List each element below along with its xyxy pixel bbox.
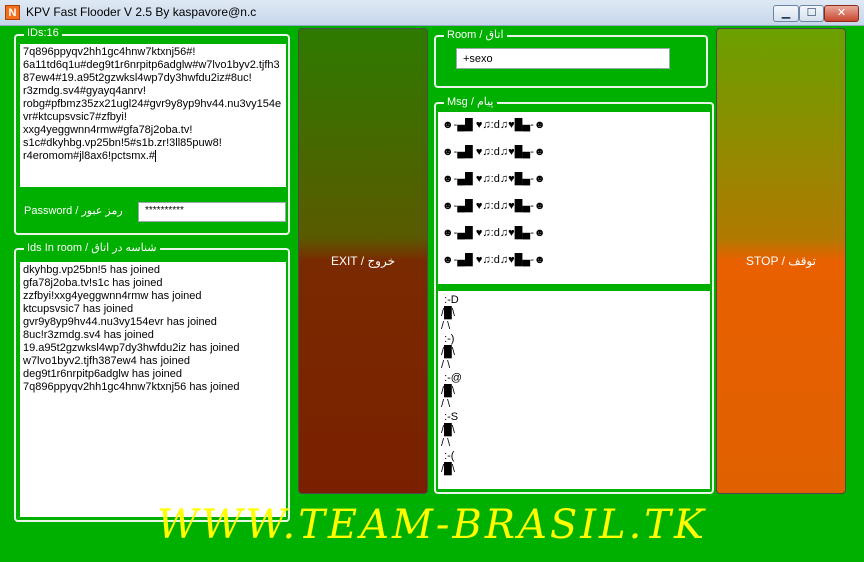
maximize-button[interactable]: ☐: [799, 5, 824, 22]
log-line: zzfbyi!xxg4yeggwnn4rmw has joined: [23, 290, 202, 302]
room-group-label: Room / اتاق: [444, 28, 507, 41]
exit-button[interactable]: EXIT / خروج: [298, 28, 428, 494]
ids-textarea[interactable]: 7q896ppyqv2hh1gc4hnw7ktxnj56#! 6a11td6q1…: [20, 44, 286, 187]
message-line: ☻-▄█ ♥♫:d♫♥█▄-☻: [442, 146, 546, 158]
message-line: ☻-▄█ ♥♫:d♫♥█▄-☻: [442, 173, 546, 185]
ids-group: IDs:16 7q896ppyqv2hh1gc4hnw7ktxnj56#! 6a…: [14, 27, 290, 235]
log-line: deg9t1r6nrpitp6adglw has joined: [23, 368, 183, 380]
log-line: gfa78j2oba.tv!s1c has joined: [23, 277, 163, 289]
message-line: ☻-▄█ ♥♫:d♫♥█▄-☻: [442, 254, 546, 266]
log-line: ktcupsvsic7 has joined: [23, 303, 134, 315]
ids-in-room-label: Ids In room / شناسه در اتاق: [24, 241, 160, 254]
minimize-button[interactable]: ▁: [773, 5, 799, 22]
message-line: ☻-▄█ ♥♫:d♫♥█▄-☻: [442, 119, 546, 131]
log-line: 8uc!r3zmdg.sv4 has joined: [23, 329, 154, 341]
message-line: ☻-▄█ ♥♫:d♫♥█▄-☻: [442, 227, 546, 239]
room-log[interactable]: dkyhbg.vp25bn!5 has joined gfa78j2oba.tv…: [20, 262, 286, 517]
ids-text: 7q896ppyqv2hh1gc4hnw7ktxnj56#! 6a11td6q1…: [23, 46, 282, 162]
stop-button-label: STOP / توقف: [746, 254, 816, 268]
app-icon: N: [5, 5, 20, 20]
stop-button[interactable]: STOP / توقف: [716, 28, 846, 494]
title-bar[interactable]: N KPV Fast Flooder V 2.5 By kaspavore@n.…: [0, 0, 864, 26]
msg-group: Msg / پیام ☻-▄█ ♥♫:d♫♥█▄-☻ ☻-▄█ ♥♫:d♫♥█▄…: [434, 95, 714, 494]
window-title: KPV Fast Flooder V 2.5 By kaspavore@n.c: [26, 5, 257, 19]
room-group: Room / اتاق +sexo: [434, 28, 708, 88]
exit-button-label: EXIT / خروج: [330, 254, 396, 268]
msg-group-label: Msg / پیام: [444, 95, 497, 108]
password-field[interactable]: **********: [138, 202, 286, 222]
log-line: 7q896ppyqv2hh1gc4hnw7ktxnj56 has joined: [23, 381, 240, 393]
client-area: IDs:16 7q896ppyqv2hh1gc4hnw7ktxnj56#! 6a…: [0, 26, 864, 562]
art-textarea[interactable]: :-D /█\ / \ :-) /█\ / \ :-@ /█\ / \ :-S …: [438, 291, 710, 489]
art-text: :-D /█\ / \ :-) /█\ / \ :-@ /█\ / \ :-S …: [441, 294, 462, 475]
log-line: dkyhbg.vp25bn!5 has joined: [23, 264, 160, 276]
log-line: w7lvo1byv2.tjfh387ew4 has joined: [23, 355, 190, 367]
ids-in-room-group: Ids In room / شناسه در اتاق dkyhbg.vp25b…: [14, 241, 290, 522]
message-line: ☻-▄█ ♥♫:d♫♥█▄-☻: [442, 200, 546, 212]
password-label: Password / رمز عبور: [24, 205, 123, 217]
team-brasil-banner[interactable]: WWW.TEAM-BRASIL.TK: [0, 502, 864, 548]
message-textarea[interactable]: ☻-▄█ ♥♫:d♫♥█▄-☻ ☻-▄█ ♥♫:d♫♥█▄-☻ ☻-▄█ ♥♫:…: [438, 112, 710, 284]
log-line: 19.a95t2gzwksl4wp7dy3hwfdu2iz has joined: [23, 342, 240, 354]
ids-group-label: IDs:16: [24, 27, 62, 39]
text-caret: [155, 150, 157, 163]
close-button[interactable]: ✕: [824, 5, 859, 22]
room-input[interactable]: +sexo: [456, 48, 670, 69]
log-line: gvr9y8yp9hv44.nu3vy154evr has joined: [23, 316, 217, 328]
